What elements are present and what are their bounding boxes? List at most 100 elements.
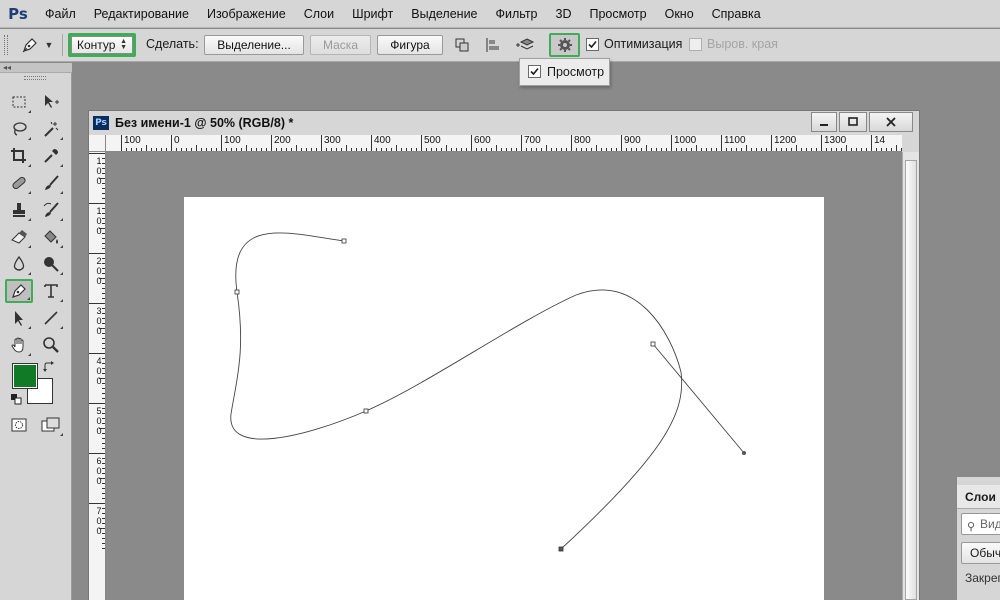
make-shape-button[interactable]: Фигура xyxy=(377,35,443,55)
checkmark-icon xyxy=(588,40,597,49)
ruler-minor-tick xyxy=(556,148,557,151)
ruler-minor-tick xyxy=(246,145,247,151)
ruler-minor-tick xyxy=(102,223,105,224)
zoom-tool[interactable] xyxy=(38,333,64,357)
menu-select[interactable]: Выделение xyxy=(402,0,486,28)
ruler-minor-tick xyxy=(102,193,105,194)
ruler-minor-tick xyxy=(561,148,562,151)
ruler-minor-tick xyxy=(411,148,412,151)
ruler-minor-tick xyxy=(376,148,377,151)
ruler-minor-tick xyxy=(896,145,897,151)
ruler-label: 800 xyxy=(574,135,591,146)
menu-view[interactable]: Просмотр xyxy=(581,0,656,28)
menu-image[interactable]: Изображение xyxy=(198,0,295,28)
ruler-minor-tick xyxy=(316,148,317,151)
menu-layers[interactable]: Слои xyxy=(295,0,343,28)
canvas-area[interactable] xyxy=(106,152,902,600)
lasso-tool[interactable] xyxy=(6,117,32,141)
bezier-path[interactable] xyxy=(106,152,902,600)
menu-3d[interactable]: 3D xyxy=(547,0,581,28)
document-title-bar[interactable]: Ps Без имени-1 @ 50% (RGB/8) * xyxy=(89,111,919,135)
swap-colors-icon[interactable] xyxy=(40,359,58,375)
toolbox-grip[interactable] xyxy=(24,76,46,80)
menu-file[interactable]: Файл xyxy=(36,0,85,28)
maximize-button[interactable] xyxy=(839,112,867,132)
move-tool[interactable] xyxy=(38,90,64,114)
ruler-minor-tick xyxy=(541,148,542,151)
type-tool[interactable] xyxy=(38,279,64,303)
ruler-label: 100 xyxy=(124,135,141,146)
auto-optimize-checkbox[interactable] xyxy=(586,38,599,51)
crop-tool[interactable] xyxy=(6,144,32,168)
ruler-minor-tick xyxy=(526,148,527,151)
eyedropper-tool[interactable] xyxy=(38,144,64,168)
toolbox-collapse-icon[interactable]: ◂◂ xyxy=(0,63,72,73)
dodge-tool[interactable] xyxy=(38,252,64,276)
vertical-ruler[interactable]: 100100200300400500600700 xyxy=(89,152,106,600)
path-selection-tool[interactable] xyxy=(6,306,32,330)
brush-tool[interactable] xyxy=(38,171,64,195)
vertical-scrollbar[interactable] xyxy=(902,152,919,600)
magic-wand-tool[interactable] xyxy=(38,117,64,141)
align-edges-checkbox[interactable] xyxy=(689,38,702,51)
quick-mask-button[interactable] xyxy=(6,413,32,437)
path-operations-icon[interactable] xyxy=(451,35,473,55)
line-tool[interactable] xyxy=(38,306,64,330)
history-brush-tool[interactable] xyxy=(38,198,64,222)
menu-type[interactable]: Шрифт xyxy=(343,0,402,28)
layers-filter-input[interactable]: ⚲ Вид xyxy=(961,513,1000,535)
hand-tool[interactable] xyxy=(6,333,32,357)
clone-stamp-tool[interactable] xyxy=(6,198,32,222)
ruler-minor-tick xyxy=(901,148,902,151)
scrollbar-thumb[interactable] xyxy=(905,160,917,600)
path-mode-select[interactable]: Контур ▲ ▼ xyxy=(68,33,136,57)
pen-tool[interactable] xyxy=(5,279,33,303)
ruler-tick xyxy=(771,135,772,151)
healing-brush-tool[interactable] xyxy=(6,171,32,195)
menu-window[interactable]: Окно xyxy=(656,0,703,28)
ruler-minor-tick xyxy=(102,233,105,234)
default-colors-icon[interactable] xyxy=(8,392,24,406)
ruler-minor-tick xyxy=(496,145,497,151)
ruler-minor-tick xyxy=(102,468,105,469)
ruler-minor-tick xyxy=(102,448,105,449)
screen-mode-button[interactable] xyxy=(38,413,64,437)
ruler-minor-tick xyxy=(102,483,105,484)
close-button[interactable] xyxy=(869,112,913,132)
ruler-minor-tick xyxy=(102,218,105,219)
ruler-minor-tick xyxy=(481,148,482,151)
horizontal-ruler[interactable]: 100 0 100 200 300 400 500 600 700 800 900 1000 1100 1… xyxy=(106,135,902,152)
rectangular-marquee-tool[interactable] xyxy=(6,90,32,114)
layers-tab[interactable]: Слои xyxy=(957,485,1000,509)
menu-edit[interactable]: Редактирование xyxy=(85,0,198,28)
ruler-minor-tick xyxy=(661,148,662,151)
blend-mode-select[interactable]: Обыч xyxy=(961,542,1000,564)
path-options-gear-button[interactable] xyxy=(549,33,580,57)
make-mask-button[interactable]: Маска xyxy=(310,35,371,55)
path-arrangement-icon[interactable] xyxy=(514,35,536,55)
ruler-minor-tick xyxy=(751,148,752,151)
ruler-minor-tick xyxy=(381,148,382,151)
menu-help[interactable]: Справка xyxy=(703,0,770,28)
ruler-minor-tick xyxy=(102,368,105,369)
minimize-button[interactable] xyxy=(811,112,837,132)
ruler-minor-tick xyxy=(186,148,187,151)
eraser-tool[interactable] xyxy=(6,225,32,249)
ruler-minor-tick xyxy=(731,148,732,151)
make-selection-button[interactable]: Выделение... xyxy=(204,35,304,55)
options-grip[interactable] xyxy=(4,35,8,55)
tool-preset-picker[interactable]: ▼ xyxy=(16,33,58,57)
preview-checkbox[interactable] xyxy=(528,65,541,78)
paint-bucket-tool[interactable] xyxy=(38,225,64,249)
ruler-minor-tick xyxy=(102,298,105,299)
foreground-color-swatch[interactable] xyxy=(12,363,38,389)
path-alignment-icon[interactable] xyxy=(482,35,504,55)
checkmark-icon xyxy=(530,67,539,76)
brush-icon xyxy=(45,175,59,190)
ruler-minor-tick xyxy=(236,148,237,151)
ruler-origin[interactable] xyxy=(89,135,106,152)
ruler-minor-tick xyxy=(801,148,802,151)
menu-filter[interactable]: Фильтр xyxy=(487,0,547,28)
blur-tool[interactable] xyxy=(6,252,32,276)
ruler-minor-tick xyxy=(102,418,105,419)
